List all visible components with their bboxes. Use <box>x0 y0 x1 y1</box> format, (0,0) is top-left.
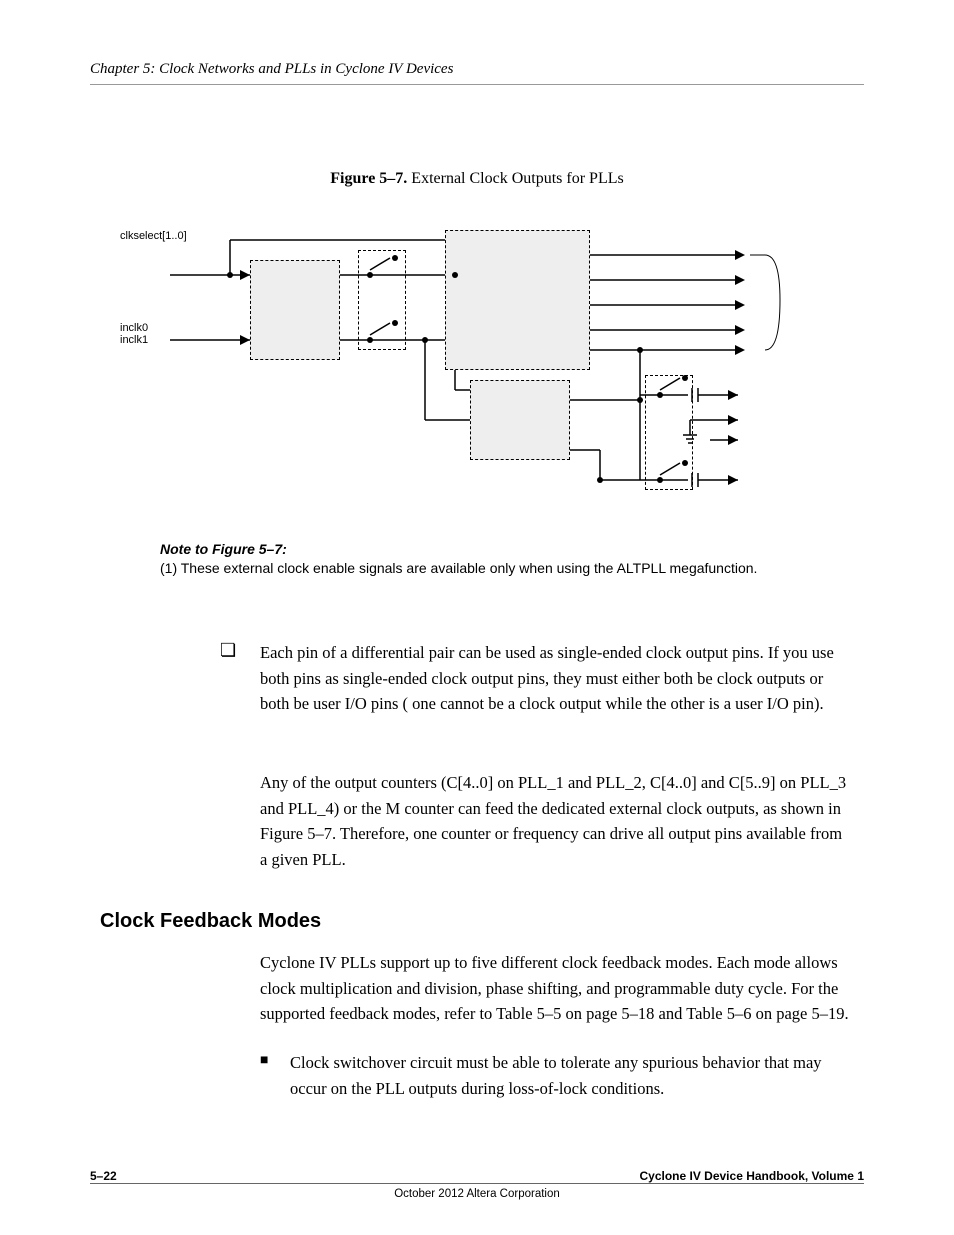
vco-block <box>445 230 590 370</box>
bullet-text: Clock switchover circuit must be able to… <box>290 1050 850 1101</box>
switch-box-2 <box>645 375 693 490</box>
note-label: Note to Figure 5–7: <box>160 541 287 557</box>
bullet-marker: ■ <box>260 1053 268 1069</box>
note-icon: ❏ <box>220 640 236 661</box>
switch-box-1 <box>358 250 406 350</box>
body-paragraph-1: Each pin of a differential pair can be u… <box>260 640 850 717</box>
block-diagram: clkselect[1..0] inclk0 inclk1 <box>100 200 854 515</box>
figure-title: Figure 5–7. External Clock Outputs for P… <box>100 170 854 188</box>
node-dot <box>657 392 663 398</box>
chapter-label: Chapter 5: Clock Networks and PLLs in Cy… <box>90 61 453 77</box>
node-dot <box>682 375 688 381</box>
node-dot <box>392 320 398 326</box>
page-footer: 5–22 Cyclone IV Device Handbook, Volume … <box>90 1169 864 1200</box>
label-clkselect: clkselect[1..0] <box>120 230 187 242</box>
node-dot <box>367 337 373 343</box>
section-title: Clock Feedback Modes <box>100 910 321 933</box>
node-dot <box>597 477 603 483</box>
volume-label: Cyclone IV Device Handbook, Volume 1 <box>639 1169 864 1183</box>
node-dot <box>422 337 428 343</box>
figure-caption: External Clock Outputs for PLLs <box>411 170 623 187</box>
page-number: 5–22 <box>90 1169 117 1183</box>
node-dot <box>657 477 663 483</box>
body-paragraph-2: Any of the output counters (C[4..0] on P… <box>260 770 850 872</box>
node-dot <box>227 272 233 278</box>
node-dot <box>682 460 688 466</box>
mux-block <box>250 260 340 360</box>
label-inclk: inclk0 inclk1 <box>120 322 148 346</box>
section-body: Cyclone IV PLLs support up to five diffe… <box>260 950 850 1027</box>
node-dot <box>637 397 643 403</box>
footer-date: October 2012 Altera Corporation <box>90 1188 864 1200</box>
figure-number: Figure 5–7. <box>330 170 407 187</box>
node-dot <box>392 255 398 261</box>
figure-note: Note to Figure 5–7: (1) These external c… <box>160 540 790 578</box>
note-text: (1) These external clock enable signals … <box>160 560 757 576</box>
page-header: Chapter 5: Clock Networks and PLLs in Cy… <box>90 60 864 93</box>
node-dot <box>452 272 458 278</box>
header-rule <box>90 84 864 85</box>
node-dot <box>367 272 373 278</box>
counter-block <box>470 380 570 460</box>
node-dot <box>637 347 643 353</box>
